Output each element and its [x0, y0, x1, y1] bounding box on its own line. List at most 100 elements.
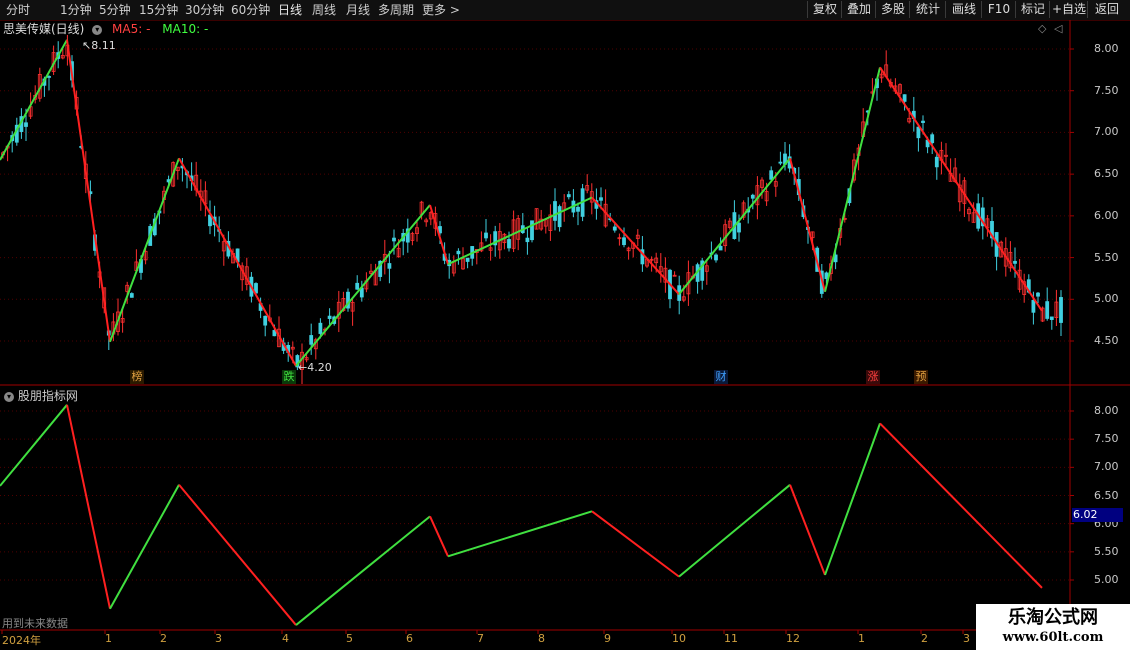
x-tick-label: 11 [724, 632, 738, 645]
candle-body [47, 76, 51, 78]
main-y-tick-label: 8.00 [1094, 42, 1119, 55]
candle-body [24, 122, 28, 127]
high-price-label: ↖8.11 [82, 39, 116, 52]
zigzag-segment-main [591, 196, 680, 295]
candle-body [327, 315, 332, 319]
x-tick-label: 6 [406, 632, 413, 645]
marker-cai[interactable]: 财 [714, 370, 728, 384]
zigzag-segment-main [824, 67, 881, 293]
candle-body [456, 250, 461, 255]
candle-body [557, 206, 562, 228]
main-y-tick-label: 6.50 [1094, 167, 1119, 181]
candle-body [576, 206, 580, 212]
high-price-value: 8.11 [91, 39, 116, 52]
zigzag-segment-sub [429, 515, 449, 557]
watermark-url: www.60lt.com [1002, 630, 1104, 645]
candle-body [599, 197, 603, 201]
candle-body [612, 226, 617, 231]
candle-body [1013, 260, 1017, 264]
future-data-note: 用到未来数据 [2, 617, 68, 630]
main-y-tick-label: 6.00 [1094, 208, 1119, 222]
candle-body [737, 222, 741, 233]
candle-body [921, 120, 925, 123]
candle-body [309, 335, 314, 345]
current-value-badge: 6.02 [1072, 508, 1123, 522]
x-tick-label: 3 [963, 632, 970, 645]
main-y-tick-label: 7.00 [1094, 125, 1119, 139]
x-tick-label: 2 [921, 632, 928, 645]
candle-body [566, 194, 571, 198]
low-price-value: 4.20 [307, 361, 332, 374]
zigzag-segment-main [678, 157, 791, 295]
candle-body [318, 322, 323, 334]
candle-body [263, 315, 268, 326]
x-tick-label: 4 [282, 632, 289, 645]
sub-y-tick-label: 5.00 [1094, 573, 1119, 586]
candle-body [355, 282, 360, 290]
zigzag-segment-sub [295, 515, 431, 626]
marker-die[interactable]: 跌 [282, 370, 296, 384]
candle-body [1059, 297, 1063, 323]
main-y-tick-label: 5.00 [1094, 292, 1119, 306]
low-price-label: ←4.20 [298, 361, 332, 374]
candle-body [930, 134, 935, 144]
zigzag-segment-main [789, 158, 826, 293]
marker-zhang[interactable]: 涨 [866, 370, 880, 384]
candle-body [718, 245, 723, 251]
sub-panel-title: ▾ 股朋指标网 [4, 387, 78, 404]
marker-yu[interactable]: 预 [914, 370, 928, 384]
zigzag-segment-sub [109, 484, 180, 610]
candle-body [750, 194, 755, 199]
candle-body [714, 254, 718, 261]
zigzag-segment-sub [678, 484, 791, 578]
zigzag-segment-sub [0, 404, 68, 487]
candle-body [129, 293, 134, 298]
candle-body [507, 239, 511, 249]
zigzag-segment-main [66, 39, 111, 342]
candle-body [484, 232, 488, 239]
zigzag-segment-sub [789, 484, 826, 576]
sub-y-tick-label: 7.50 [1094, 432, 1119, 446]
sub-panel-title-text: 股朋指标网 [17, 389, 78, 403]
candle-body [934, 156, 939, 168]
main-y-tick-label: 5.50 [1094, 250, 1119, 264]
candle-body [622, 237, 626, 246]
x-tick-label: 1 [105, 632, 112, 645]
zigzag-segment-main [447, 196, 593, 266]
sub-y-tick-label: 8.00 [1094, 404, 1119, 417]
x-tick-label: 12 [786, 632, 800, 645]
x-tick-label: 3 [215, 632, 222, 645]
candle-body [916, 126, 921, 139]
candle-body [1031, 300, 1036, 313]
zigzag-segment-sub [66, 404, 111, 609]
candle-body [387, 263, 392, 269]
x-tick-label: 2024年 [2, 634, 41, 647]
sub-y-tick-label: 5.50 [1094, 544, 1119, 558]
main-y-tick-label: 4.50 [1094, 334, 1119, 347]
zigzag-segment-sub [591, 510, 680, 578]
candle-body [525, 237, 530, 243]
candle-body [392, 237, 396, 242]
x-tick-label: 7 [477, 632, 484, 645]
zigzag-segment-sub [178, 484, 297, 626]
sub-y-tick-label: 7.00 [1094, 460, 1119, 474]
main-y-tick-label: 7.50 [1094, 83, 1119, 97]
zigzag-segment-main [109, 157, 180, 343]
zigzag-segment-main [295, 204, 431, 367]
sub-y-tick-label: 6.50 [1094, 488, 1119, 502]
marker-bang[interactable]: 榜 [130, 370, 144, 384]
candle-body [530, 220, 534, 241]
candle-body [553, 201, 557, 221]
zigzag-segment-main [429, 204, 449, 265]
zigzag-segment-sub [447, 510, 593, 558]
x-tick-label: 1 [858, 632, 865, 645]
zigzag-segment-main [0, 39, 68, 161]
x-tick-label: 8 [538, 632, 545, 645]
x-tick-label: 5 [346, 632, 353, 645]
candle-body [1045, 301, 1050, 319]
zigzag-segment-main [178, 157, 297, 367]
chevron-down-icon[interactable]: ▾ [4, 391, 14, 402]
candle-body [902, 94, 907, 102]
candle-body [1036, 292, 1040, 297]
x-tick-label: 10 [672, 632, 686, 645]
